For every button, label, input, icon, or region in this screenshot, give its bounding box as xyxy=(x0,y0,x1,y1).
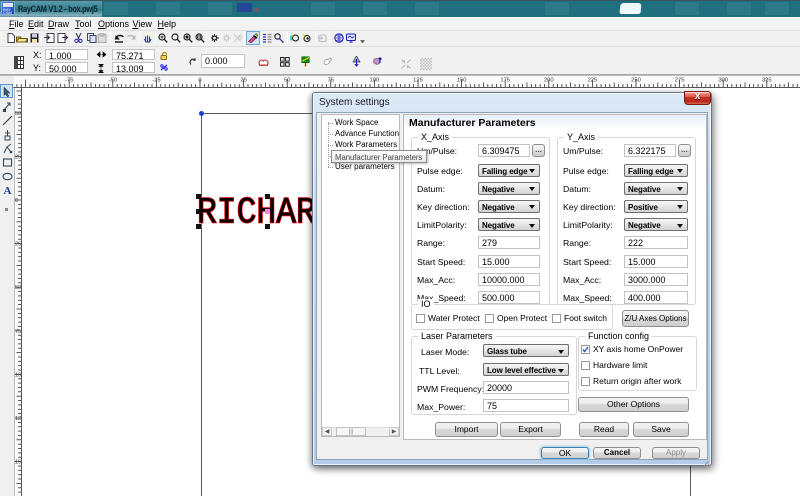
svg-text:225: 225 xyxy=(588,78,598,84)
svg-text:-75: -75 xyxy=(65,78,73,84)
svg-text:175: 175 xyxy=(500,78,510,84)
svg-text:300: 300 xyxy=(718,78,728,84)
svg-text:-25: -25 xyxy=(152,78,160,84)
svg-text:75: 75 xyxy=(328,78,334,84)
svg-text:-50: -50 xyxy=(109,78,117,84)
svg-text:325: 325 xyxy=(762,78,772,84)
svg-text:50: 50 xyxy=(284,78,290,84)
svg-text:25: 25 xyxy=(240,78,246,84)
svg-text:A: A xyxy=(4,185,12,196)
svg-text:150: 150 xyxy=(457,78,467,84)
svg-text:100: 100 xyxy=(370,78,380,84)
svg-text:0: 0 xyxy=(198,78,201,84)
svg-text:0: 0 xyxy=(15,198,18,204)
svg-text:125: 125 xyxy=(413,78,423,84)
svg-text:250: 250 xyxy=(631,78,641,84)
svg-text:200: 200 xyxy=(544,78,554,84)
svg-text:275: 275 xyxy=(675,78,685,84)
